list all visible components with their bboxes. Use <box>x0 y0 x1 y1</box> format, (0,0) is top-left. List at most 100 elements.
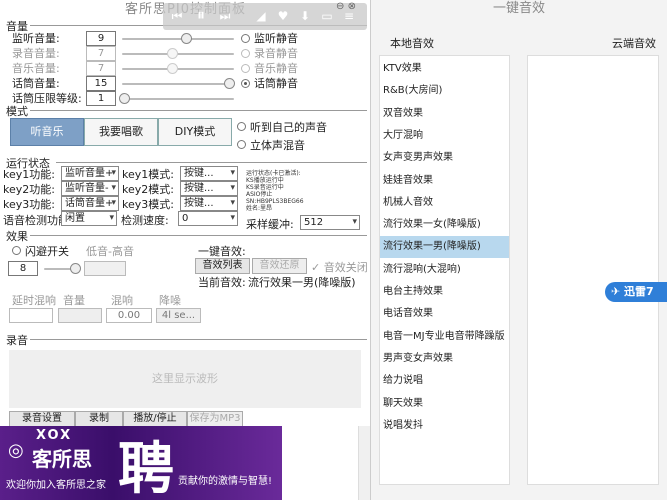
stereo-mix-radio[interactable] <box>237 140 246 149</box>
key-function-select[interactable]: 监听音量+ <box>61 166 119 181</box>
next-icon[interactable]: ⏭ <box>217 8 233 24</box>
minimize-icon[interactable]: ⊖ <box>336 1 344 12</box>
volume-slider-knob[interactable] <box>224 78 235 89</box>
effect-list-item[interactable]: 说唱发抖 <box>380 415 509 437</box>
heart-icon[interactable]: ♥ <box>275 8 291 24</box>
effect-list-item[interactable]: 大厅混响 <box>380 125 509 147</box>
effect-list-item[interactable]: 双音效果 <box>380 103 509 125</box>
effect-list-item[interactable]: 流行效果一男(降噪版) <box>380 236 509 259</box>
effect-list-item[interactable]: 给力说唱 <box>380 370 509 392</box>
comment-icon[interactable]: ▭ <box>319 8 335 24</box>
flash-slider-knob[interactable] <box>70 263 81 274</box>
stereo-mix-label: 立体声混音 <box>250 139 305 152</box>
effect-off-checkbox[interactable]: ✓ 音效关闭 <box>311 259 368 275</box>
mute-radio[interactable] <box>241 79 250 88</box>
prev-icon[interactable]: ⏮ <box>169 8 185 24</box>
effect-list-item[interactable]: 女声变男声效果 <box>380 147 509 169</box>
volume-slider-knob[interactable] <box>119 93 130 104</box>
current-effect-value: 流行效果一男(降噪版) <box>248 276 356 289</box>
key-function-select[interactable]: 监听音量- <box>61 181 119 196</box>
reverb-field[interactable]: 0.00 <box>106 308 152 323</box>
voice-detect-select[interactable]: 闲置 <box>61 211 117 226</box>
divider <box>56 162 367 163</box>
effect-list-item[interactable]: 电音一MJ专业电音带降躁版 <box>380 326 509 348</box>
volume-slider-track[interactable] <box>122 53 234 55</box>
left-scrollbar[interactable] <box>358 426 370 500</box>
effect-list-item[interactable]: KTV效果 <box>380 58 509 80</box>
status-line: 运行状态(卡已激活): <box>246 170 301 177</box>
reverb-volume-field[interactable] <box>58 308 102 323</box>
volume-slider-track[interactable] <box>122 38 234 40</box>
hear-self-radio[interactable] <box>237 122 246 131</box>
effect-list-item[interactable]: 聊天效果 <box>380 393 509 415</box>
volume-icon[interactable]: ◢ <box>253 8 269 24</box>
cloud-effects-list <box>527 55 659 485</box>
volume-value-field[interactable]: 7 <box>86 61 116 76</box>
download-icon[interactable]: ⬇ <box>297 8 313 24</box>
volume-value-field[interactable]: 9 <box>86 31 116 46</box>
save-mp3-button[interactable]: 保存为MP3 <box>187 411 243 427</box>
mute-label: 监听静音 <box>254 32 298 45</box>
divider <box>30 235 367 236</box>
volume-row-label: 监听音量: <box>12 32 60 45</box>
volume-value-field[interactable]: 1 <box>86 91 116 106</box>
play-stop-button[interactable]: 播放/停止 <box>123 411 187 427</box>
effect-restore-button[interactable]: 音效还原 <box>252 258 307 274</box>
effect-list-item[interactable]: 机械人音效 <box>380 192 509 214</box>
denoise-field[interactable]: 4l se... <box>156 308 201 323</box>
effect-list-item[interactable]: 电话音效果 <box>380 303 509 325</box>
key-mode-select[interactable]: 按键... <box>180 166 238 181</box>
one-key-effects-window: 一键音效 本地音效 云端音效 KTV效果 R&B(大房间) 双音效果 大厅混响 女声变男… <box>371 0 667 500</box>
volume-slider-knob[interactable] <box>167 63 178 74</box>
status-line: ASIO停止 <box>246 191 273 198</box>
key-mode-select[interactable]: 按键... <box>180 181 238 196</box>
effect-list-button[interactable]: 音效列表 <box>195 258 250 274</box>
banner-brand: 客所思 <box>32 447 92 471</box>
effect-list-item[interactable]: 电台主持效果 <box>380 281 509 303</box>
buffer-select[interactable]: 512 <box>300 215 360 230</box>
volume-slider-knob[interactable] <box>181 33 192 44</box>
close-icon[interactable]: ⊗ <box>348 1 356 12</box>
banner-brand-en: XOX <box>36 428 73 443</box>
reverb-delay-field[interactable] <box>9 308 53 323</box>
record-settings-button[interactable]: 录音设置 <box>9 411 75 427</box>
mute-label: 音乐静音 <box>254 62 298 75</box>
thunder-pill[interactable]: ✈ 迅雷7 <box>605 282 667 302</box>
mute-radio[interactable] <box>241 49 250 58</box>
flash-switch-radio[interactable] <box>12 246 21 255</box>
low-high-control[interactable] <box>84 261 126 276</box>
mute-radio[interactable] <box>241 34 250 43</box>
mode-listen-music-button[interactable]: 听音乐 <box>10 118 84 146</box>
mute-radio[interactable] <box>241 64 250 73</box>
mode-sing-button[interactable]: 我要唱歌 <box>84 118 158 146</box>
record-button[interactable]: 录制 <box>75 411 123 427</box>
volume-row-label: 话筒音量: <box>12 77 60 90</box>
volume-slider-track[interactable] <box>122 83 234 85</box>
key-mode-select[interactable]: 按键... <box>180 196 238 211</box>
effect-list-item[interactable]: 娃娃音效果 <box>380 170 509 192</box>
volume-value-field[interactable]: 15 <box>86 76 116 91</box>
volume-slider-track[interactable] <box>122 98 234 100</box>
volume-row-label: 音乐音量: <box>12 62 60 75</box>
section-mode: 模式 <box>6 105 28 118</box>
effect-list-item[interactable]: R&B(大房间) <box>380 80 509 102</box>
volume-slider-track[interactable] <box>122 68 234 70</box>
key-function-select[interactable]: 话筒音量+ <box>61 196 119 211</box>
volume-slider-knob[interactable] <box>167 48 178 59</box>
effect-list-item[interactable]: 流行效果一女(降噪版) <box>380 214 509 236</box>
right-window-title: 一键音效 <box>371 0 667 17</box>
effect-list-item[interactable]: 流行混响(大混响) <box>380 259 509 281</box>
mode-diy-button[interactable]: DIY模式 <box>158 118 232 146</box>
voice-detect-label: 语音检测功能 <box>3 214 69 227</box>
window-controls[interactable]: ⊖ ⊗ <box>336 1 356 12</box>
divider <box>30 110 367 111</box>
detect-speed-select[interactable]: 0 <box>178 211 238 226</box>
volume-value-field[interactable]: 7 <box>86 46 116 61</box>
control-panel-window: 客所思PJ0控制面板 音量 监听音量:9监听静音录音音量:7录音静音音乐音量:7… <box>0 0 371 500</box>
effect-list-item[interactable]: 男声变女声效果 <box>380 348 509 370</box>
status-line: KS播放运行中 <box>246 177 284 184</box>
denoise-label: 降噪 <box>159 294 181 307</box>
pause-icon[interactable]: ⏸ <box>193 7 209 23</box>
flash-value-field[interactable]: 8 <box>8 261 38 276</box>
recruit-banner[interactable]: XOX ◎ 客所思 聘 欢迎你加入客所思之家 贡献你的激情与智慧! <box>0 426 282 500</box>
